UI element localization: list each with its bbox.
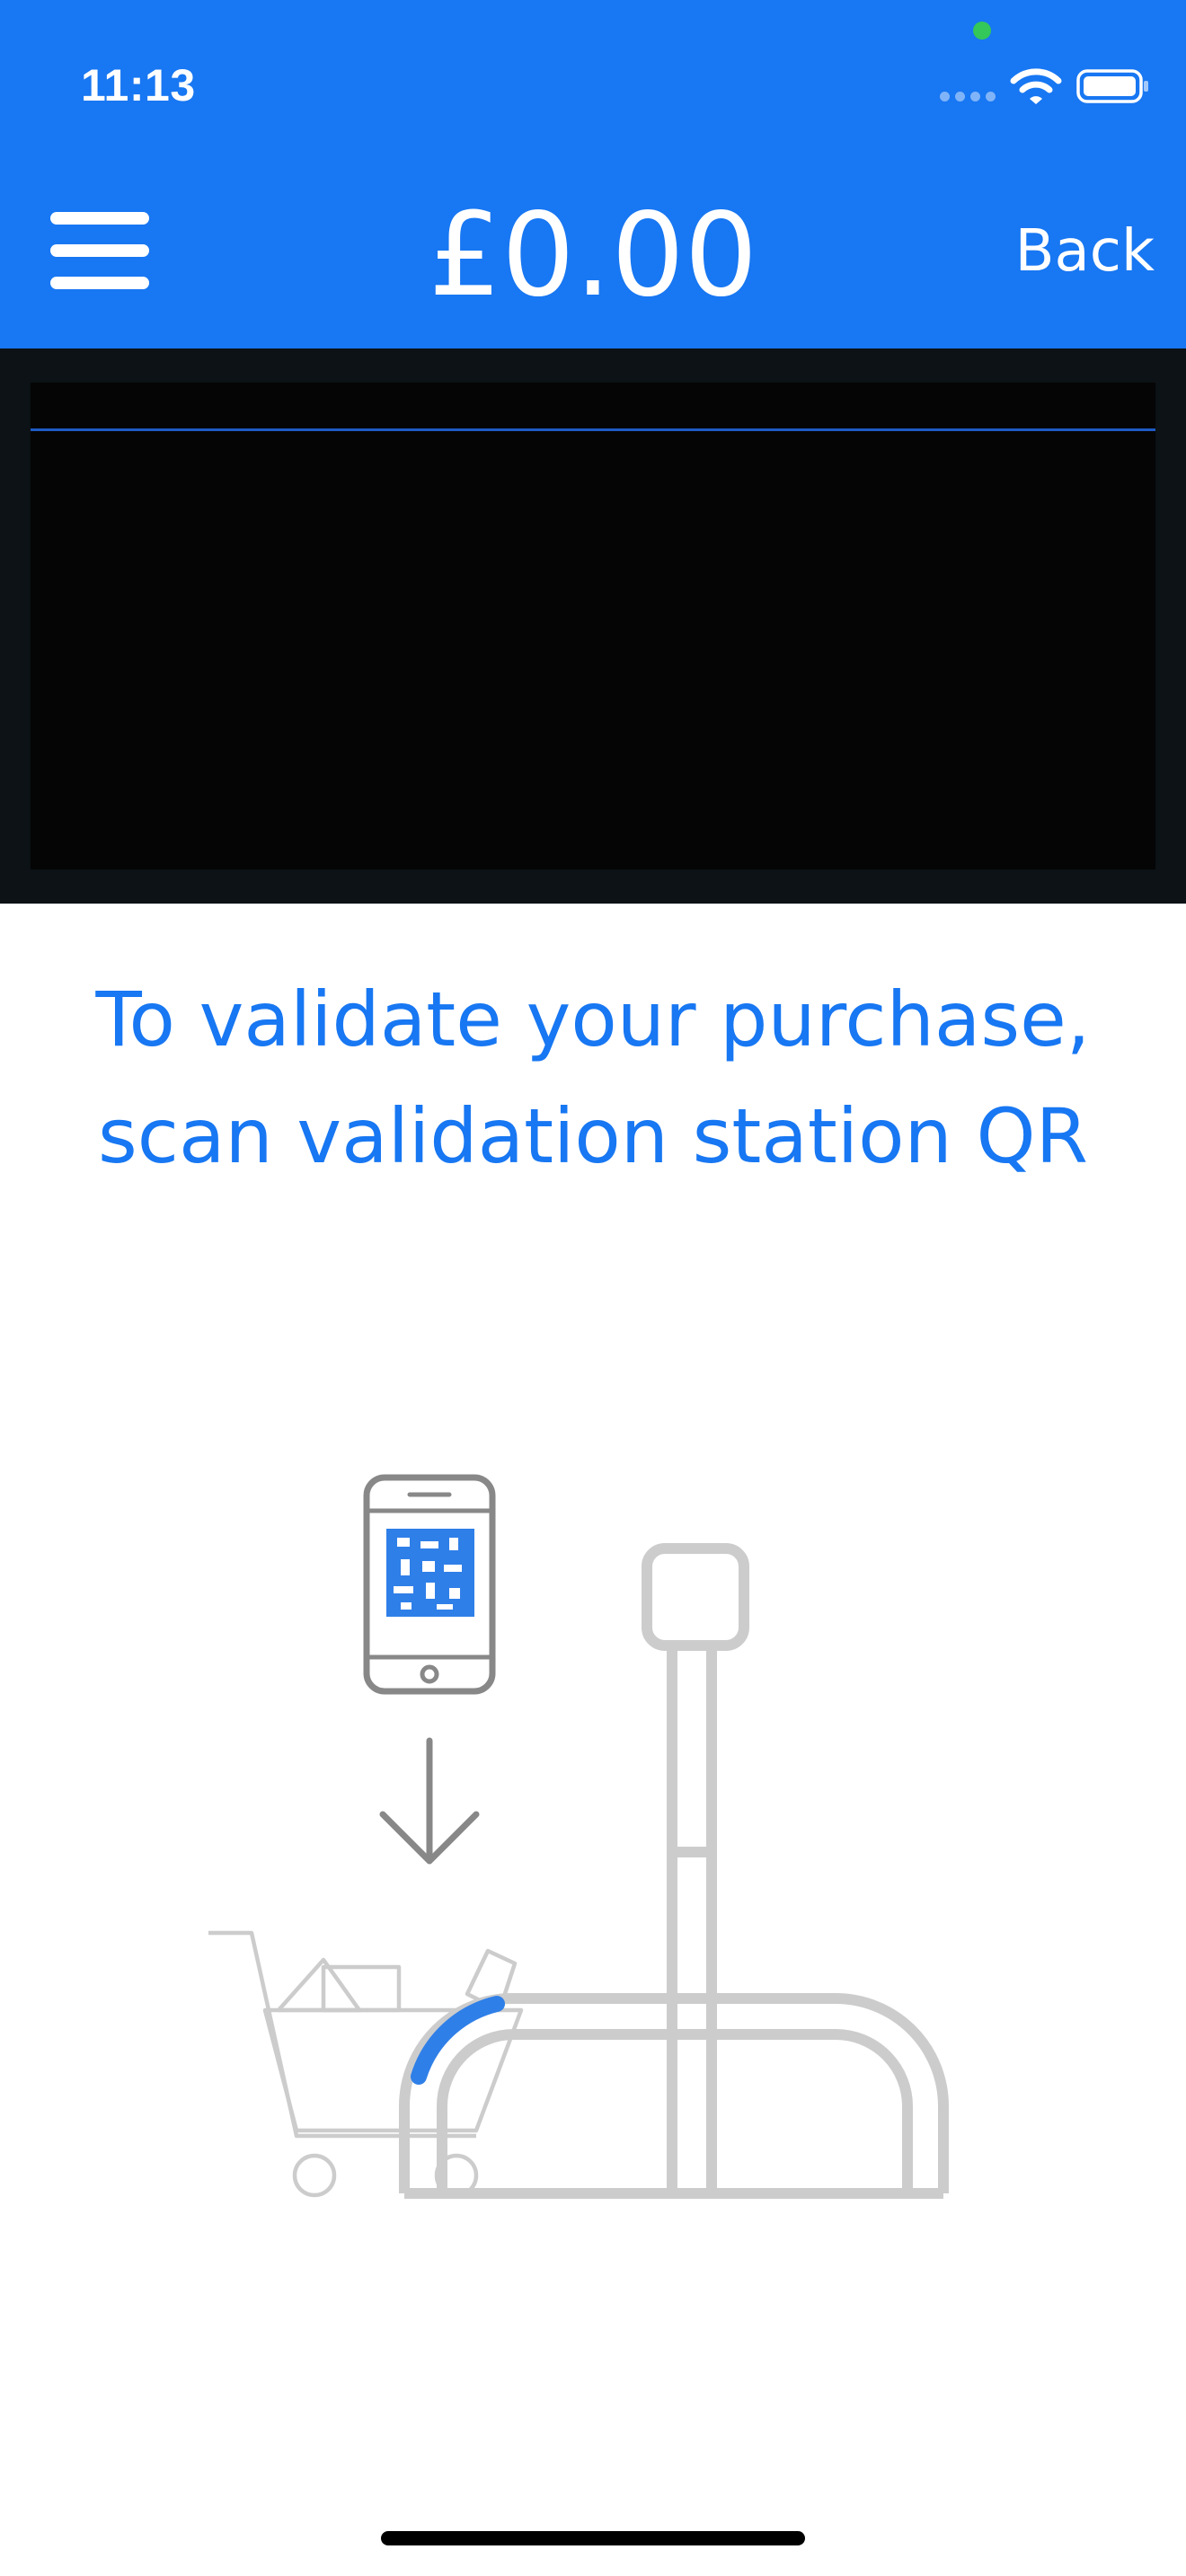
camera-viewfinder	[31, 383, 1155, 869]
down-arrow-icon	[379, 1737, 480, 1865]
home-indicator[interactable]	[381, 2531, 805, 2545]
validation-station-icon	[399, 1543, 949, 2199]
camera-indicator-dot	[973, 22, 991, 40]
validation-illustration	[208, 1474, 949, 2199]
phone-qr-icon	[363, 1474, 496, 1695]
shopping-cart-icon	[208, 1930, 524, 2198]
top-header: 11:13 £0.00 Back	[0, 0, 1186, 348]
wifi-icon	[1010, 68, 1062, 104]
battery-icon	[1076, 69, 1148, 103]
scan-validation-screen: 11:13 £0.00 Back To validate your purcha…	[0, 0, 1186, 2576]
hamburger-menu-icon[interactable]	[49, 208, 153, 298]
cellular-signal-icon	[940, 92, 996, 102]
scan-line	[31, 428, 1155, 431]
instruction-text: To validate your purchase, scan validati…	[95, 975, 1091, 1180]
status-bar-time: 11:13	[81, 60, 196, 110]
balance-amount: £0.00	[428, 189, 758, 322]
camera-scanner-area[interactable]	[0, 348, 1186, 904]
back-button[interactable]: Back	[997, 216, 1155, 287]
